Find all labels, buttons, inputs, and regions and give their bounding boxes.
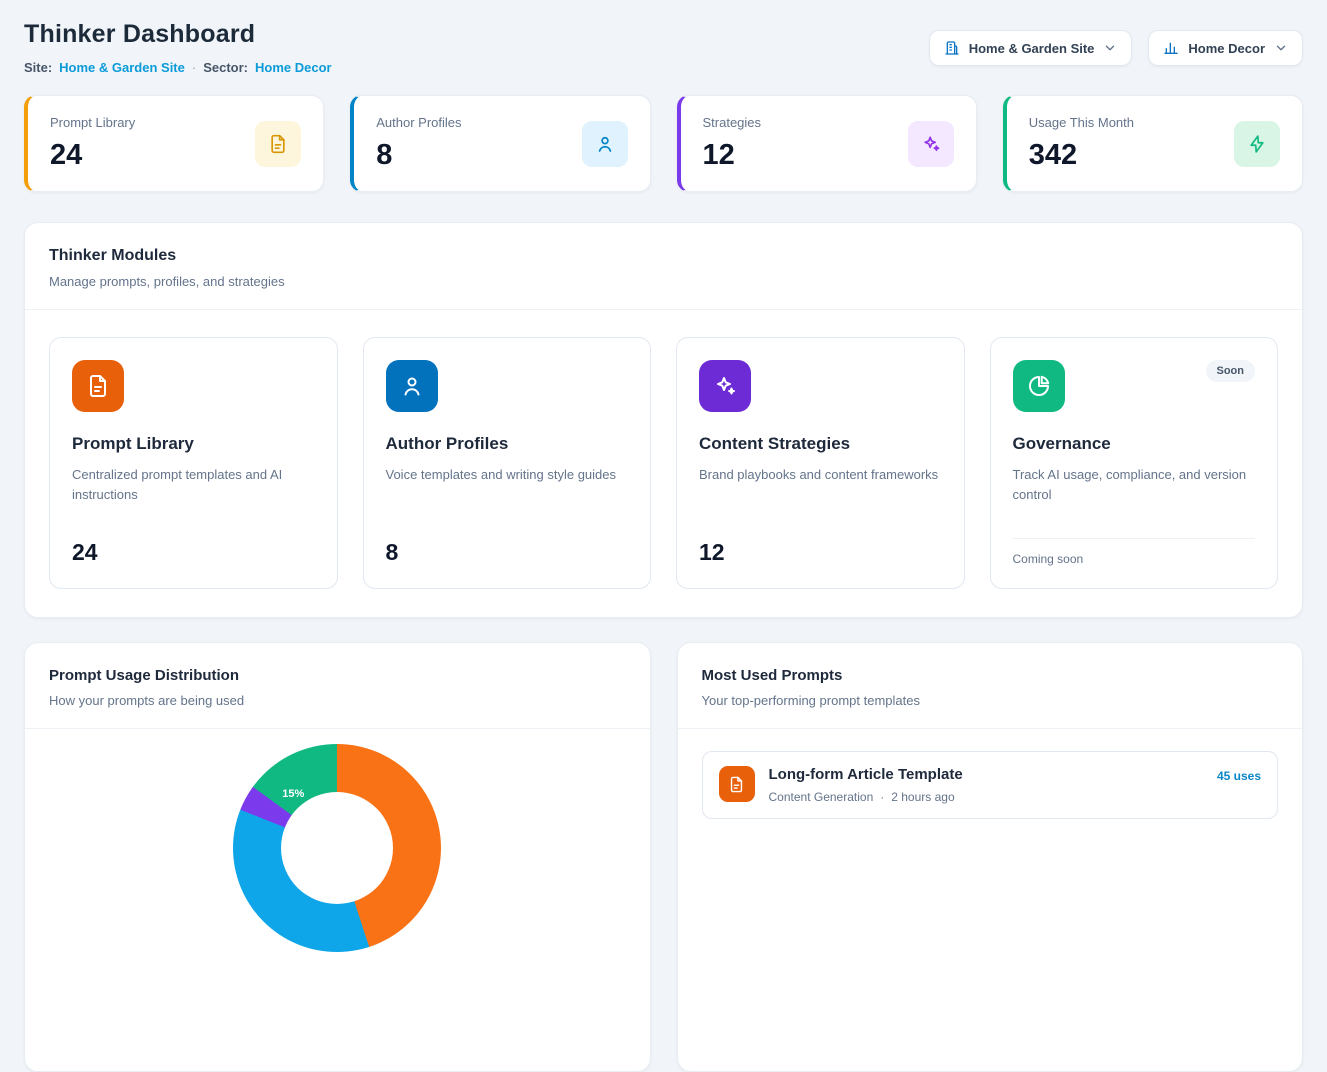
stat-text: Prompt Library 24 [50,115,135,172]
prompt-uses-badge: 45 uses [1217,769,1261,783]
module-top: Soon [1013,360,1256,412]
stat-text: Usage This Month 342 [1029,115,1134,172]
sector-link[interactable]: Home Decor [255,60,332,75]
stats-row: Prompt Library 24 Author Profiles 8 Stra… [24,95,1303,192]
sector-selector-label: Home Decor [1188,41,1265,56]
chevron-down-icon [1103,41,1117,55]
top-actions: Home & Garden Site Home Decor [929,30,1303,66]
usage-card-title: Prompt Usage Distribution [49,667,626,684]
pie-chart-icon [1013,360,1065,412]
module-description: Voice templates and writing style guides [386,465,626,485]
breadcrumb: Site: Home & Garden Site · Sector: Home … [24,60,332,75]
module-count: 24 [72,539,315,566]
stat-card-prompt-library: Prompt Library 24 [24,95,324,192]
person-icon [582,121,628,167]
bar-chart-icon [1163,40,1179,56]
breadcrumb-separator: · [192,60,196,75]
modules-subtitle: Manage prompts, profiles, and strategies [49,274,1278,289]
modules-grid: Prompt Library Centralized prompt templa… [25,310,1302,617]
stat-label: Usage This Month [1029,115,1134,130]
sector-selector-button[interactable]: Home Decor [1148,30,1303,66]
stat-text: Author Profiles 8 [376,115,461,172]
stat-value: 12 [703,139,762,172]
usage-card-subtitle: How your prompts are being used [49,693,626,708]
stat-value: 342 [1029,139,1134,172]
module-card-prompt-library[interactable]: Prompt Library Centralized prompt templa… [49,337,338,589]
modules-title: Thinker Modules [49,247,1278,265]
module-title: Governance [1013,434,1256,454]
stat-label: Strategies [703,115,762,130]
most-used-prompts-card: Most Used Prompts Your top-performing pr… [677,642,1304,1072]
sparkles-icon [699,360,751,412]
document-icon [255,121,301,167]
meta-separator: · [880,790,884,804]
soon-badge: Soon [1206,360,1256,382]
prompts-card-header: Most Used Prompts Your top-performing pr… [678,643,1303,728]
prompt-item-text: Long-form Article Template Content Gener… [769,766,963,804]
coming-soon-label: Coming soon [1013,552,1256,566]
building-icon [944,40,960,56]
divider [25,728,650,729]
modules-panel-header: Thinker Modules Manage prompts, profiles… [25,223,1302,309]
stat-card-usage: Usage This Month 342 [1003,95,1303,192]
module-description: Track AI usage, compliance, and version … [1013,465,1253,505]
module-card-content-strategies[interactable]: Content Strategies Brand playbooks and c… [676,337,965,589]
donut-chart: 15% [233,744,441,952]
topbar: Thinker Dashboard Site: Home & Garden Si… [24,18,1303,75]
module-description: Centralized prompt templates and AI inst… [72,465,312,505]
module-top [72,360,315,412]
stat-value: 8 [376,139,461,172]
dashboard-page: Thinker Dashboard Site: Home & Garden Si… [0,0,1327,1072]
donut-chart-area: 15% [25,744,650,952]
site-link[interactable]: Home & Garden Site [59,60,185,75]
module-footer: Coming soon [1013,538,1256,566]
divider [678,728,1303,729]
stat-label: Author Profiles [376,115,461,130]
module-description: Brand playbooks and content frameworks [699,465,939,485]
prompt-time: 2 hours ago [891,790,954,804]
usage-card-header: Prompt Usage Distribution How your promp… [25,643,650,728]
module-card-author-profiles[interactable]: Author Profiles Voice templates and writ… [363,337,652,589]
document-icon [719,766,755,802]
module-top [699,360,942,412]
person-icon [386,360,438,412]
stat-card-strategies: Strategies 12 [677,95,977,192]
divider [1013,538,1256,539]
prompt-category: Content Generation [769,790,874,804]
module-count: 12 [699,539,942,566]
prompts-card-title: Most Used Prompts [702,667,1279,684]
chevron-down-icon [1274,41,1288,55]
sparkles-icon [908,121,954,167]
donut-segment-label: 15% [282,788,304,800]
module-top [386,360,629,412]
site-selector-label: Home & Garden Site [969,41,1095,56]
module-count: 8 [386,539,629,566]
prompt-list-item[interactable]: Long-form Article Template Content Gener… [702,751,1279,819]
stat-label: Prompt Library [50,115,135,130]
sector-label: Sector: [203,60,248,75]
prompt-meta: Content Generation · 2 hours ago [769,790,963,804]
module-card-governance[interactable]: Soon Governance Track AI usage, complian… [990,337,1279,589]
site-selector-button[interactable]: Home & Garden Site [929,30,1133,66]
title-block: Thinker Dashboard Site: Home & Garden Si… [24,18,332,75]
prompt-title: Long-form Article Template [769,766,963,783]
stat-value: 24 [50,139,135,172]
usage-distribution-card: Prompt Usage Distribution How your promp… [24,642,651,1072]
module-title: Author Profiles [386,434,629,454]
module-title: Content Strategies [699,434,942,454]
lightning-icon [1234,121,1280,167]
modules-panel: Thinker Modules Manage prompts, profiles… [24,222,1303,618]
bottom-row: Prompt Usage Distribution How your promp… [24,642,1303,1072]
document-icon [72,360,124,412]
module-title: Prompt Library [72,434,315,454]
stat-text: Strategies 12 [703,115,762,172]
page-title: Thinker Dashboard [24,20,332,49]
stat-card-author-profiles: Author Profiles 8 [350,95,650,192]
site-label: Site: [24,60,52,75]
prompts-card-subtitle: Your top-performing prompt templates [702,693,1279,708]
